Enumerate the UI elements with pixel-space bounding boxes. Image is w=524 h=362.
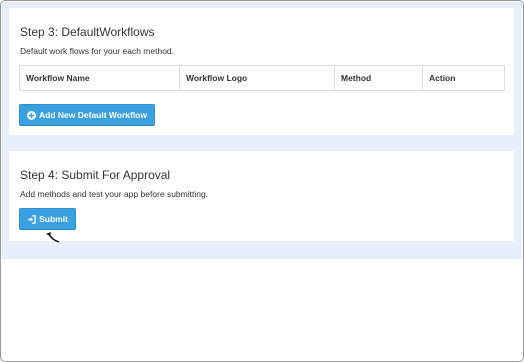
add-default-workflow-button[interactable]: Add New Default Workflow [19, 104, 155, 126]
window-frame: Step 3: DefaultWorkflows Default work fl… [0, 0, 524, 362]
add-default-workflow-label: Add New Default Workflow [39, 110, 147, 120]
step4-panel: Step 4: Submit For Approval Add methods … [9, 151, 514, 241]
step3-panel: Step 3: DefaultWorkflows Default work fl… [9, 8, 514, 135]
workflow-table: Workflow Name Workflow Logo Method Actio… [19, 65, 505, 91]
plus-circle-icon [27, 110, 36, 120]
step3-title: Step 3: DefaultWorkflows [20, 25, 155, 39]
submit-label: Submit [39, 214, 68, 224]
mouse-cursor-icon [46, 232, 60, 243]
column-header-workflow-name: Workflow Name [19, 65, 180, 91]
column-header-action: Action [422, 65, 505, 91]
sign-in-icon [27, 214, 36, 224]
column-header-method: Method [334, 65, 423, 91]
step3-description: Default work flows for your each method. [20, 46, 175, 56]
step4-description: Add methods and test your app before sub… [20, 189, 209, 199]
submit-button[interactable]: Submit [19, 208, 76, 230]
workflow-table-header-row: Workflow Name Workflow Logo Method Actio… [19, 65, 505, 91]
step4-title: Step 4: Submit For Approval [20, 168, 171, 182]
column-header-workflow-logo: Workflow Logo [179, 65, 335, 91]
